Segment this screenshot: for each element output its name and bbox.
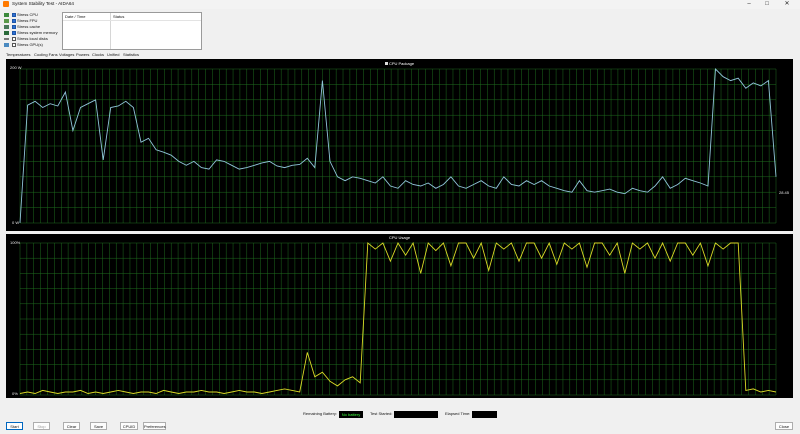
memory-icon	[4, 31, 9, 35]
chart-legend[interactable]: CPU Package	[6, 61, 793, 66]
stress-cpu-checkbox[interactable]	[12, 13, 16, 17]
tab-temperatures[interactable]: Temperatures	[6, 52, 30, 58]
tab-clocks[interactable]: Clocks	[92, 52, 104, 58]
chart-title: CPU Usage	[388, 235, 411, 240]
status-log[interactable]: Date / Time Status	[62, 12, 202, 50]
stop-button[interactable]: Stop	[33, 422, 50, 430]
chart-title: CPU Package	[388, 61, 415, 66]
elapsed-time-label: Elapsed Time:	[445, 411, 471, 416]
log-column-divider	[110, 13, 111, 49]
tab-cooling-fans[interactable]: Cooling Fans	[34, 52, 58, 58]
current-value-label: 28.45	[779, 190, 790, 195]
disk-icon	[4, 38, 9, 40]
test-started-label: Test Started:	[370, 411, 393, 416]
tab-statistics[interactable]: Statistics	[123, 52, 139, 58]
gpu-icon	[4, 43, 9, 47]
tab-unified[interactable]: Unified	[107, 52, 119, 58]
elapsed-time-value	[472, 411, 497, 418]
log-status-header: Status	[113, 14, 125, 19]
chart-grid	[19, 242, 777, 396]
option-label: Stress GPU(s)	[17, 42, 43, 47]
remaining-battery-label: Remaining Battery:	[303, 411, 338, 416]
y-axis-max-label: 200 W	[10, 65, 22, 70]
tab-voltages[interactable]: Voltages	[59, 52, 74, 58]
maximize-icon[interactable]: □	[760, 0, 774, 8]
stress-gpu-checkbox[interactable]	[12, 43, 16, 47]
cache-icon	[4, 25, 9, 29]
title-bar: System Stability Test - AIDA64 – □ ✕	[0, 0, 800, 9]
tab-powers[interactable]: Powers	[76, 52, 89, 58]
remaining-battery-value: No battery	[339, 411, 363, 418]
close-button[interactable]: Close	[775, 422, 793, 430]
log-date-header: Date / Time	[65, 14, 86, 19]
bottom-bar: Remaining Battery: No battery Test Start…	[0, 404, 800, 434]
clear-button[interactable]: Clear	[63, 422, 80, 430]
legend-checkbox[interactable]	[384, 62, 388, 65]
stress-fpu-checkbox[interactable]	[12, 19, 16, 23]
cpu-icon	[4, 13, 9, 17]
cpu-usage-chart: CPU Usage 100% 0%	[6, 234, 793, 398]
cpu-package-power-chart: CPU Package 200 W 0 W 28.45	[6, 59, 793, 231]
minimize-icon[interactable]: –	[742, 0, 756, 8]
chart-plot-area	[19, 67, 777, 224]
y-axis-min-label: 0%	[12, 391, 18, 396]
y-axis-min-label: 0 W	[12, 220, 20, 225]
close-icon[interactable]: ✕	[780, 0, 794, 8]
chart-grid	[19, 68, 777, 224]
chart-plot-area	[19, 241, 777, 396]
save-button[interactable]: Save	[90, 422, 107, 430]
aida64-app-icon	[3, 1, 9, 7]
stress-disks-checkbox[interactable]	[12, 37, 16, 41]
stress-cache-checkbox[interactable]	[12, 25, 16, 29]
y-axis-max-label: 100%	[10, 240, 21, 245]
fpu-icon	[4, 19, 9, 23]
log-header-divider	[63, 20, 201, 21]
window-title: System Stability Test - AIDA64	[12, 1, 74, 6]
stress-memory-checkbox[interactable]	[12, 31, 16, 35]
start-button[interactable]: Start	[6, 422, 23, 430]
cpuid-button[interactable]: CPUID	[120, 422, 138, 430]
preferences-button[interactable]: Preferences	[143, 422, 166, 430]
test-started-value	[394, 411, 438, 418]
